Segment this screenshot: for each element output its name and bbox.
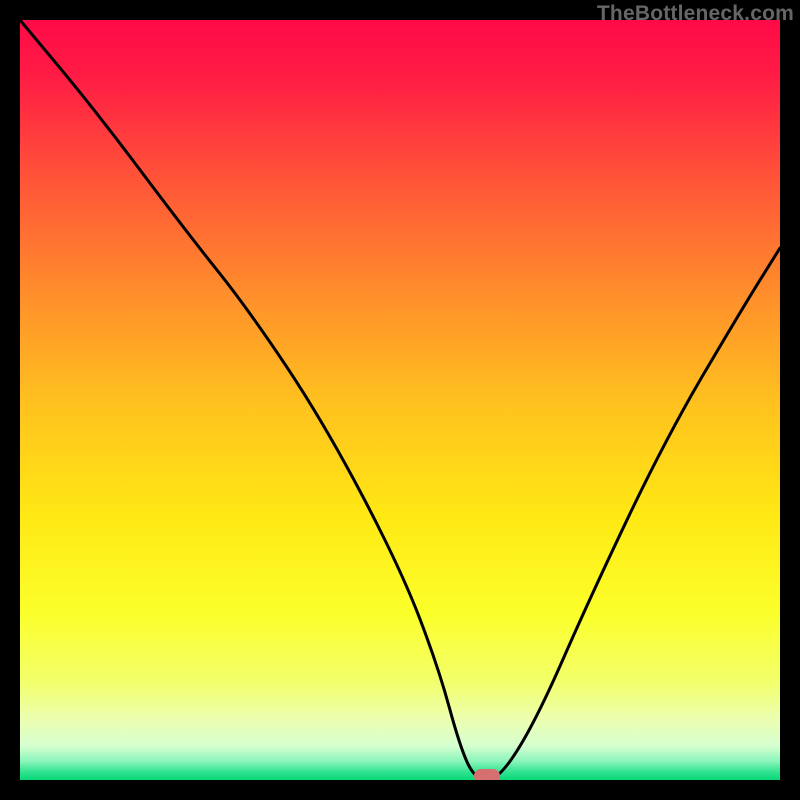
optimal-point-marker: [474, 769, 500, 780]
bottleneck-curve: [20, 20, 780, 780]
watermark-label: TheBottleneck.com: [597, 2, 794, 26]
chart-frame: TheBottleneck.com: [0, 0, 800, 800]
plot-area: [20, 20, 780, 780]
